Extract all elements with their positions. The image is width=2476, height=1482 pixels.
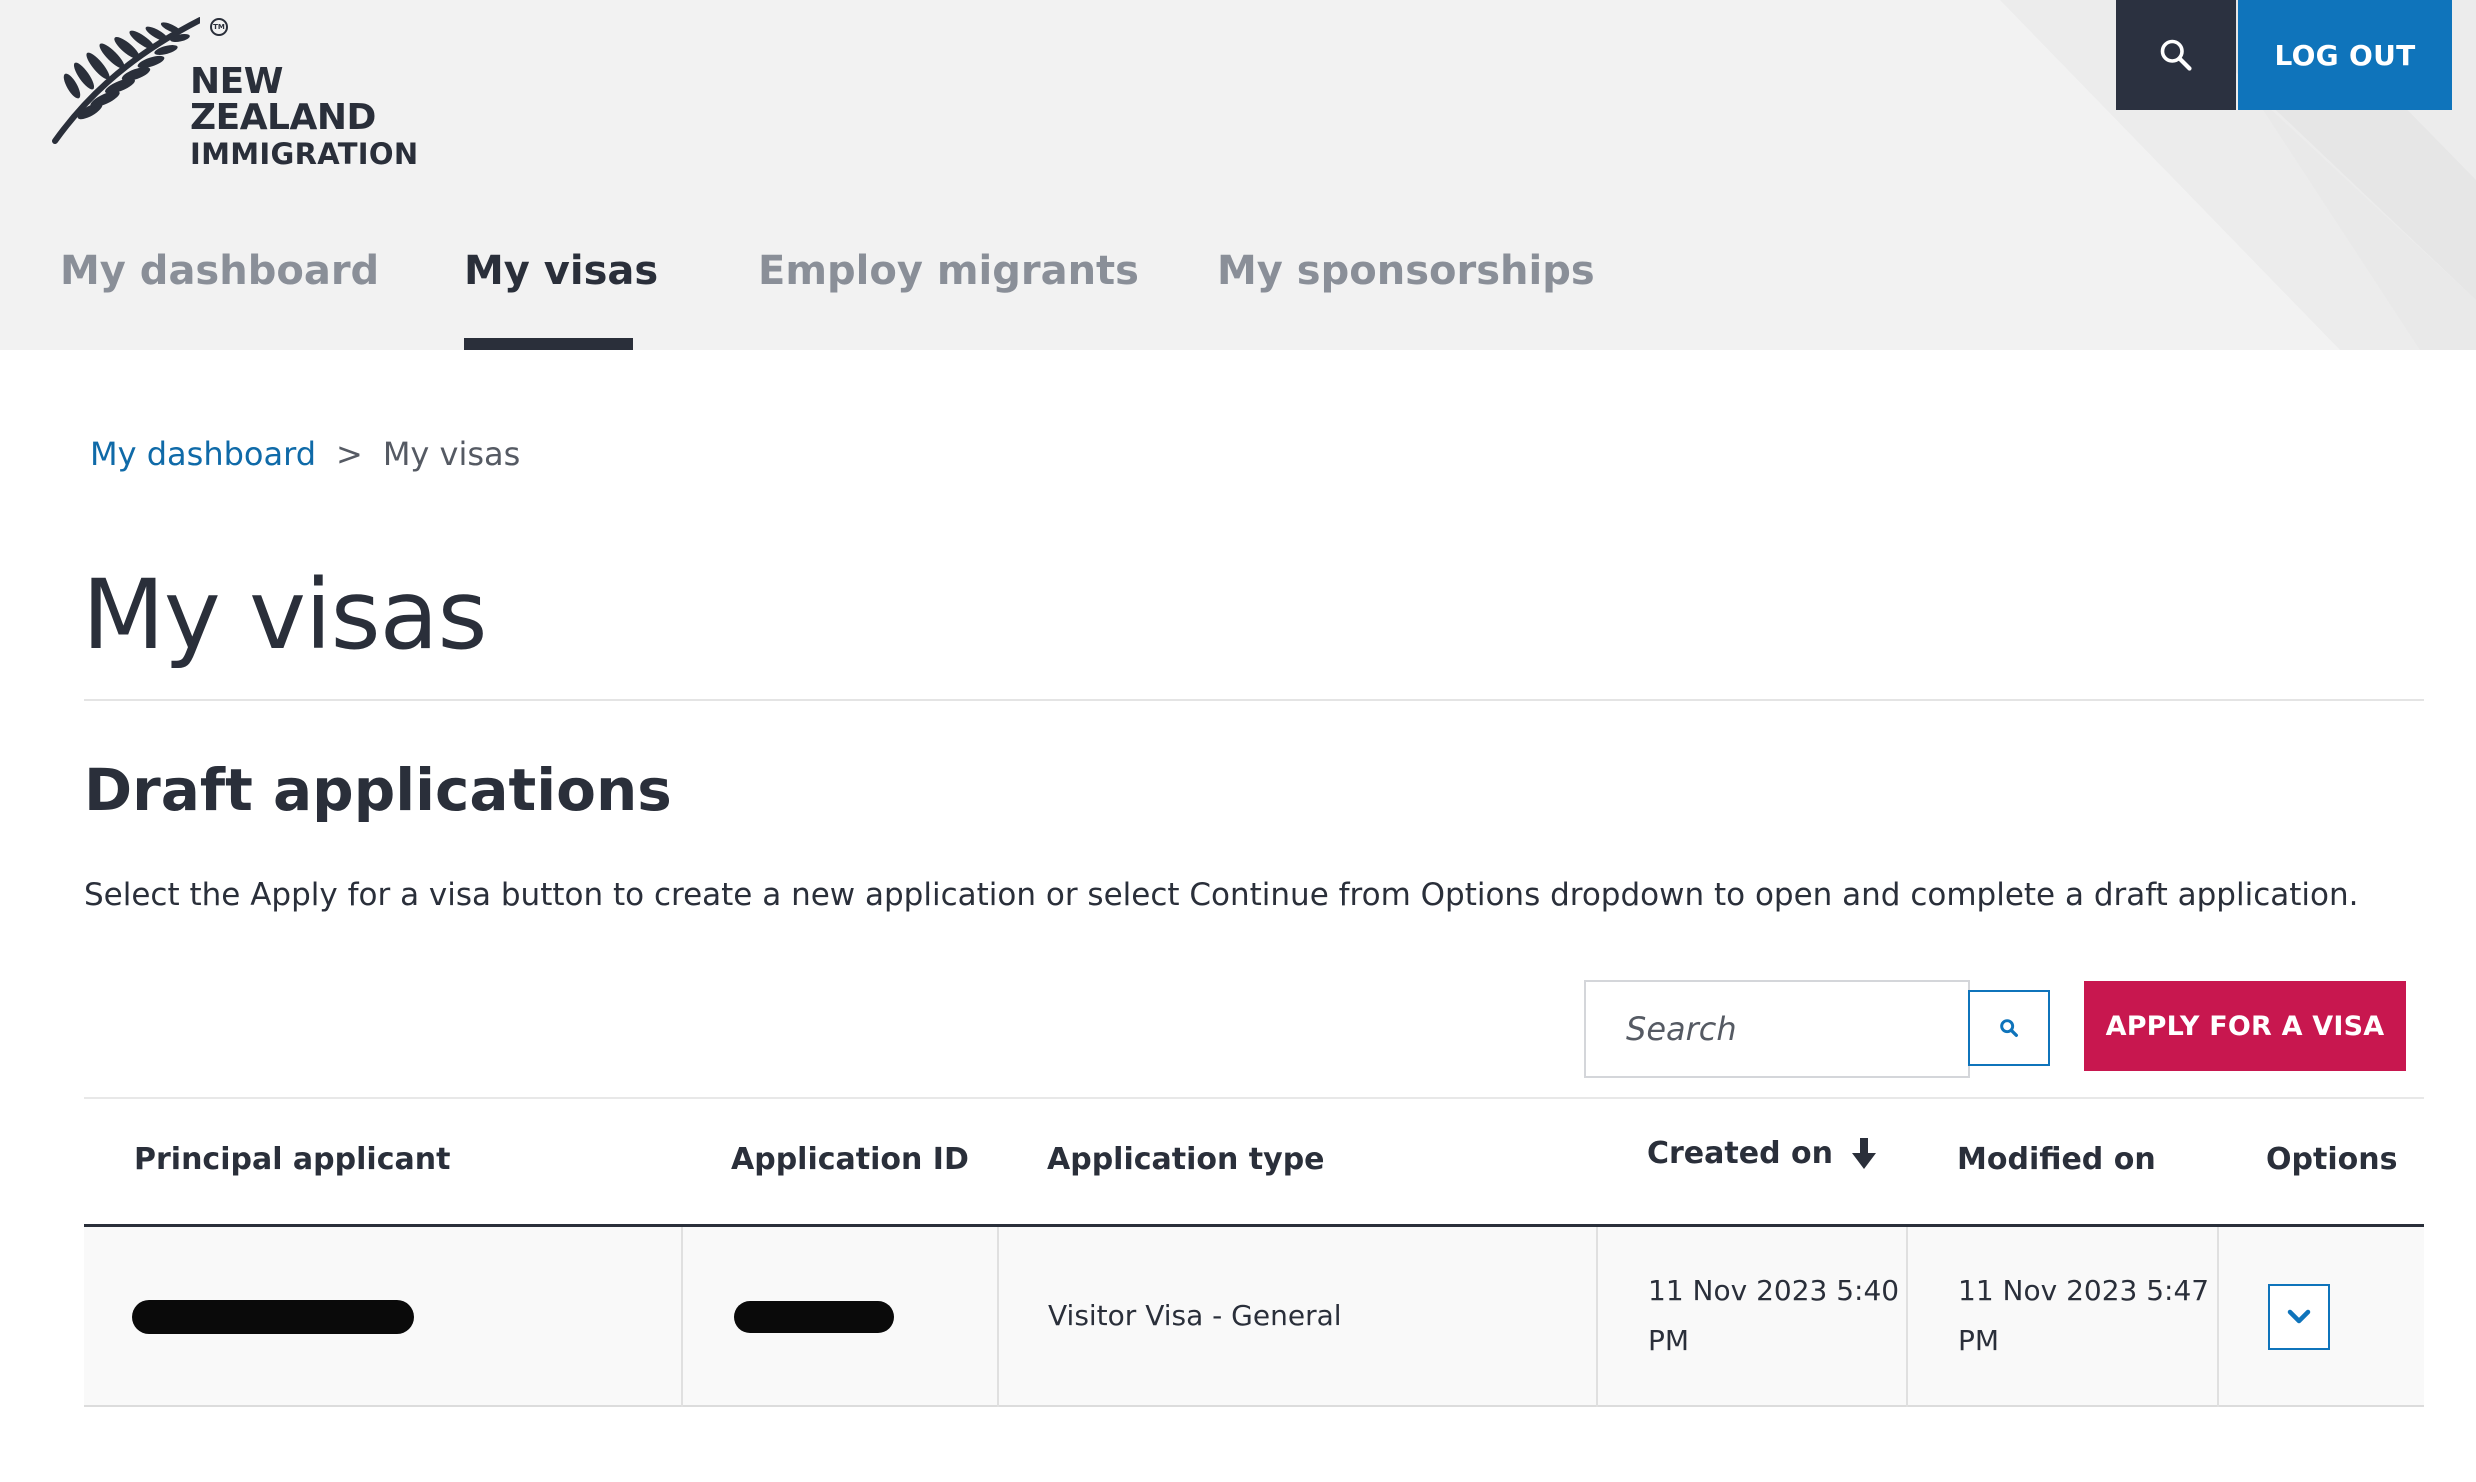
cell-created-on-line-2: PM (1648, 1324, 1690, 1357)
tab-my-visas[interactable]: My visas (464, 240, 658, 350)
logout-button[interactable]: LOG OUT (2238, 0, 2452, 110)
breadcrumb-link-my-dashboard[interactable]: My dashboard (90, 435, 316, 473)
search-icon (2160, 39, 2192, 71)
column-divider (997, 1227, 999, 1407)
cell-modified-on-line-2: PM (1958, 1324, 2000, 1357)
column-divider (1596, 1227, 1598, 1407)
column-header-application-type: Application type (1047, 1142, 1325, 1177)
nz-immigration-logo[interactable]: TM NEW ZEALAND IMMIGRATION (50, 16, 470, 169)
main-nav: My dashboard My visas Employ migrants My… (0, 240, 1700, 350)
row-options-dropdown[interactable] (2268, 1284, 2330, 1350)
column-header-application-id: Application ID (731, 1142, 969, 1177)
column-header-principal-applicant: Principal applicant (134, 1142, 451, 1177)
tab-my-dashboard[interactable]: My dashboard (60, 240, 379, 350)
header-search-button[interactable] (2116, 0, 2236, 110)
breadcrumb-separator: > (336, 435, 363, 473)
redacted-application-id (734, 1301, 894, 1333)
breadcrumb: My dashboard > My visas (90, 434, 520, 474)
cell-created-on-line-1: 11 Nov 2023 5:40 (1648, 1274, 1900, 1307)
active-tab-indicator (464, 338, 633, 350)
column-divider (681, 1227, 683, 1407)
column-header-created-on[interactable]: Created on (1647, 1134, 1877, 1174)
redacted-principal-applicant (132, 1300, 414, 1334)
cell-modified-on-line-1: 11 Nov 2023 5:47 (1958, 1274, 2210, 1307)
cell-modified-on: 11 Nov 2023 5:47 PM (1958, 1266, 2209, 1366)
search-icon (2000, 1019, 2018, 1037)
cell-created-on: 11 Nov 2023 5:40 PM (1648, 1266, 1899, 1366)
column-divider (2217, 1227, 2219, 1407)
draft-search-button[interactable] (1968, 990, 2050, 1066)
section-title: Draft applications (84, 756, 672, 824)
title-divider (84, 699, 2424, 701)
column-header-modified-on: Modified on (1957, 1142, 2156, 1177)
page-title: My visas (82, 559, 487, 671)
breadcrumb-current: My visas (382, 435, 521, 473)
sort-descending-icon (1851, 1138, 1876, 1169)
site-header: TM NEW ZEALAND IMMIGRATION LOG OUT My da… (0, 0, 2476, 350)
logo-line-2: IMMIGRATION (190, 137, 419, 171)
column-header-created-on-label: Created on (1647, 1136, 1833, 1171)
draft-search-input[interactable] (1584, 980, 1970, 1078)
logo-wordmark: NEW ZEALAND IMMIGRATION (190, 64, 470, 169)
tab-my-sponsorships[interactable]: My sponsorships (1217, 240, 1595, 350)
tab-employ-migrants[interactable]: Employ migrants (758, 240, 1139, 350)
silver-fern-icon (52, 17, 200, 144)
logo-line-1: NEW ZEALAND (190, 61, 376, 138)
section-description: Select the Apply for a visa button to cr… (84, 877, 2359, 913)
apply-for-visa-button[interactable]: APPLY FOR A VISA (2084, 981, 2406, 1071)
chevron-down-icon (2287, 1309, 2311, 1324)
column-header-options: Options (2266, 1142, 2398, 1177)
column-divider (1906, 1227, 1908, 1407)
table-top-border (84, 1097, 2424, 1099)
trademark-badge: TM (210, 18, 228, 36)
cell-application-type: Visitor Visa - General (1048, 1299, 1342, 1332)
